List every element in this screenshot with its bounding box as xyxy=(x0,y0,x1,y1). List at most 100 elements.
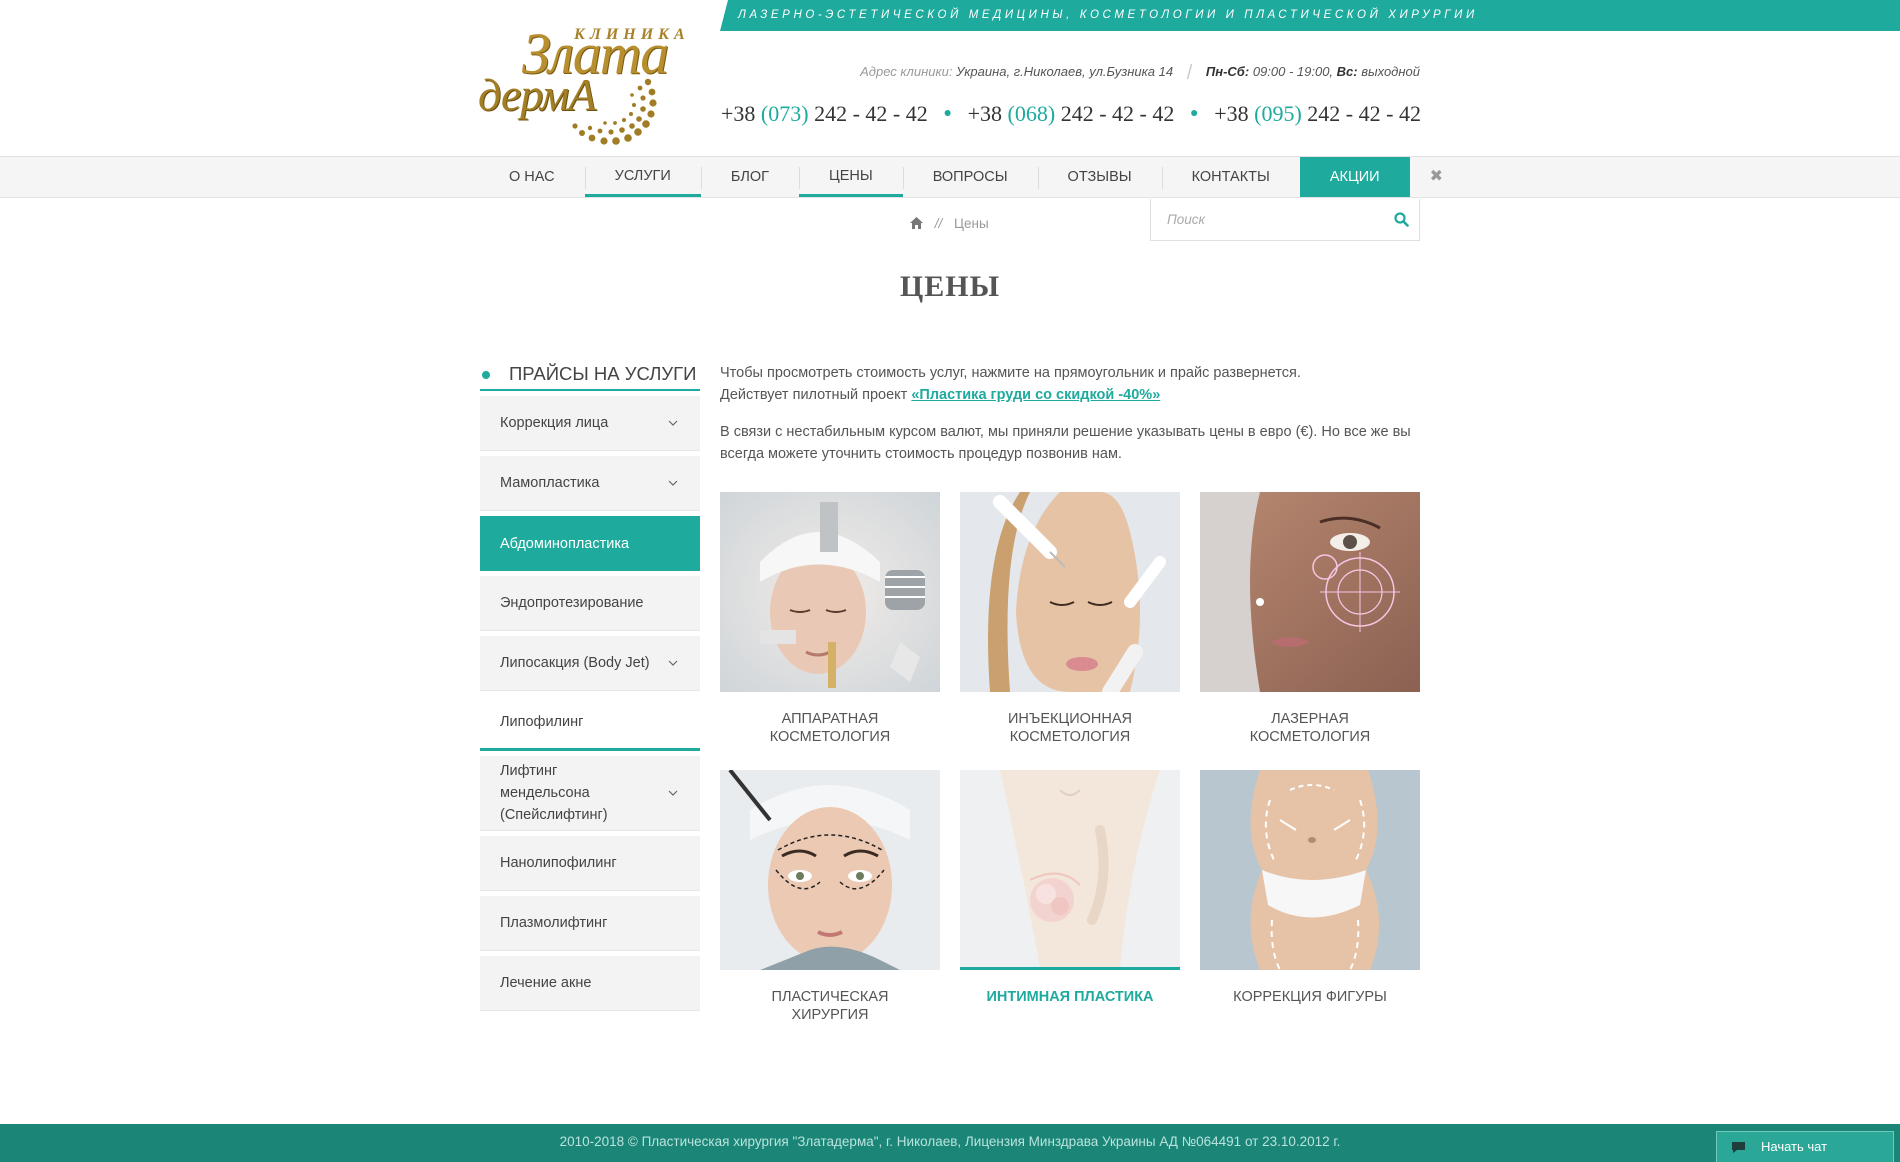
sidebar-item-label: Липосакция (Body Jet) xyxy=(500,655,650,671)
search-input[interactable] xyxy=(1151,199,1371,239)
category-image xyxy=(720,770,940,970)
category-label: Коррекция фигуры xyxy=(1233,989,1387,1005)
footer-copyright: 2010-2018 © Пластическая хирургия "Злата… xyxy=(0,1124,1900,1162)
nav-item-prices[interactable]: Цены xyxy=(798,157,903,197)
category-card-plastic-surgery[interactable]: Пластическая хирургия xyxy=(720,770,940,1024)
sidebar-item-label: Плазмолифтинг xyxy=(500,915,608,931)
category-card-body-correction[interactable]: Коррекция фигуры xyxy=(1200,770,1420,1024)
laser-photo xyxy=(1200,492,1420,692)
phone-number[interactable]: +38 (095) 242 - 42 - 42 xyxy=(1214,101,1421,127)
phone-digits: 242 - 42 - 42 xyxy=(814,101,928,126)
sidebar-item-endoprosthesis[interactable]: Эндопротезирование xyxy=(480,576,700,631)
page-title: Цены xyxy=(899,270,1001,303)
body-correction-photo xyxy=(1200,770,1420,970)
phone-list: +38 (073) 242 - 42 - 42 ● +38 (068) 242 … xyxy=(721,101,1421,127)
apparatus-photo xyxy=(720,492,940,692)
chevron-down-icon xyxy=(668,660,678,666)
search-icon[interactable] xyxy=(1394,212,1409,227)
sidebar-item-label: Нанолипофилинг xyxy=(500,855,617,871)
home-icon[interactable] xyxy=(910,217,923,229)
category-label: Лазерная косметология xyxy=(1249,711,1371,745)
logo-word-klinika: КЛИНИКА xyxy=(574,26,690,43)
main-nav-items: О нас Услуги Блог Цены Вопросы Отзывы Ко… xyxy=(479,157,1459,197)
sidebar-item-label: Липофилинг xyxy=(500,714,584,730)
price-sidebar: Прайсы на услуги Коррекция лица Мамоплас… xyxy=(480,362,700,1011)
category-card-injection[interactable]: Инъекционная косметология xyxy=(960,492,1180,746)
search-box xyxy=(1150,199,1420,241)
category-label: Пластическая хирургия xyxy=(771,989,889,1023)
sidebar-item-liposuction[interactable]: Липосакция (Body Jet) xyxy=(480,636,700,691)
start-chat-label: Начать чат xyxy=(1761,1139,1828,1154)
breadcrumb-current: Цены xyxy=(954,216,989,231)
phone-prefix: +38 xyxy=(721,101,756,126)
header-tagline: лазерно-эстетической медицины, косметоло… xyxy=(720,0,1900,31)
nav-item-blog[interactable]: Блог xyxy=(700,157,799,197)
currency-note: В связи с нестабильным курсом валют, мы … xyxy=(720,424,1411,462)
sidebar-item-acne-treatment[interactable]: Лечение акне xyxy=(480,956,700,1011)
intro-text: Чтобы просмотреть стоимость услуг, нажми… xyxy=(720,362,1420,480)
intro-line-1: Чтобы просмотреть стоимость услуг, нажми… xyxy=(720,365,1301,381)
sidebar-item-mammoplasty[interactable]: Мамопластика xyxy=(480,456,700,511)
intimate-photo xyxy=(960,770,1180,967)
hours-sunday-value: выходной xyxy=(1361,64,1420,79)
sidebar-item-label: Коррекция лица xyxy=(500,415,609,431)
chevron-down-icon xyxy=(668,420,678,426)
breadcrumb: // Цены xyxy=(910,216,989,231)
category-card-intimate[interactable]: Интимная пластика xyxy=(960,770,1180,1024)
sidebar-item-label: Лифтинг мендельсона (Спейслифтинг) xyxy=(500,763,608,823)
chevron-down-icon xyxy=(668,480,678,486)
phone-number[interactable]: +38 (068) 242 - 42 - 42 xyxy=(968,101,1175,127)
phone-separator-dot: ● xyxy=(943,106,952,121)
sidebar-item-label: Абдоминопластика xyxy=(500,535,630,552)
plastic-surgery-photo xyxy=(720,770,940,970)
category-image xyxy=(1200,770,1420,970)
category-label: Интимная пластика xyxy=(986,989,1154,1005)
sidebar-item-label: Эндопротезирование xyxy=(500,595,644,611)
category-image xyxy=(720,492,940,692)
nav-close-icon[interactable]: ✖ xyxy=(1410,157,1459,197)
address-value: Украина, г.Николаев, ул.Бузника 14 xyxy=(956,64,1174,79)
sidebar-item-nanolipofilling[interactable]: Нанолипофилинг xyxy=(480,836,700,891)
phone-number[interactable]: +38 (073) 242 - 42 - 42 xyxy=(721,101,928,127)
category-image xyxy=(1200,492,1420,692)
injection-photo xyxy=(960,492,1180,692)
hours-weekday-label: Пн-Сб: xyxy=(1205,64,1250,79)
breadcrumb-separator: // xyxy=(934,216,943,231)
category-image xyxy=(960,770,1180,970)
category-card-laser[interactable]: Лазерная косметология xyxy=(1200,492,1420,746)
nav-item-contacts[interactable]: Контакты xyxy=(1161,157,1300,197)
clinic-logo[interactable]: Злата КЛИНИКА дермА xyxy=(478,16,685,145)
sidebar-item-mendelson-lifting[interactable]: Лифтинг мендельсона (Спейслифтинг) xyxy=(480,756,700,831)
nav-item-reviews[interactable]: Отзывы xyxy=(1037,157,1162,197)
sidebar-item-lipofilling[interactable]: Липофилинг xyxy=(480,696,700,751)
category-label: Аппаратная косметология xyxy=(769,711,891,745)
phone-digits: 242 - 42 - 42 xyxy=(1060,101,1175,126)
nav-item-promotions[interactable]: Акции xyxy=(1299,157,1410,197)
category-image xyxy=(960,492,1180,692)
nav-item-questions[interactable]: Вопросы xyxy=(902,157,1038,197)
sidebar-item-abdominoplasty[interactable]: Абдоминопластика xyxy=(480,516,700,571)
start-chat-button[interactable]: Начать чат xyxy=(1716,1131,1894,1162)
promo-link[interactable]: «Пластика груди со скидкой -40%» xyxy=(911,387,1160,403)
chat-bubble-icon xyxy=(1732,1142,1745,1153)
phone-digits: 242 - 42 - 42 xyxy=(1307,101,1421,126)
phone-separator-dot: ● xyxy=(1190,106,1199,121)
hours-sunday-label: Вс: xyxy=(1336,64,1358,79)
category-card-apparatus[interactable]: Аппаратная косметология xyxy=(720,492,940,746)
sidebar-item-face-correction[interactable]: Коррекция лица xyxy=(480,396,700,451)
clinic-contact-line: Адрес клиники: Украина, г.Николаев, ул.Б… xyxy=(860,62,1420,85)
sidebar-list: Коррекция лица Мамопластика Абдоминоплас… xyxy=(480,396,700,1011)
intro-paragraph: Чтобы просмотреть стоимость услуг, нажми… xyxy=(720,362,1420,406)
category-label: Инъекционная косметология xyxy=(1007,711,1132,745)
address-label: Адрес клиники: xyxy=(860,64,953,79)
hours-weekday-value: 09:00 - 19:00, xyxy=(1252,64,1334,79)
sidebar-item-label: Мамопластика xyxy=(500,475,600,491)
sidebar-item-plasmolifting[interactable]: Плазмолифтинг xyxy=(480,896,700,951)
nav-item-services[interactable]: Услуги xyxy=(584,157,701,197)
nav-item-about[interactable]: О нас xyxy=(479,157,585,197)
logo-dots-arc xyxy=(572,78,657,145)
intro-line-2: Действует пилотный проект xyxy=(720,387,912,403)
phone-prefix: +38 xyxy=(1214,101,1249,126)
category-grid: Аппаратная косметология Инъекционная кос… xyxy=(720,492,1420,1024)
chevron-down-icon xyxy=(668,790,678,796)
